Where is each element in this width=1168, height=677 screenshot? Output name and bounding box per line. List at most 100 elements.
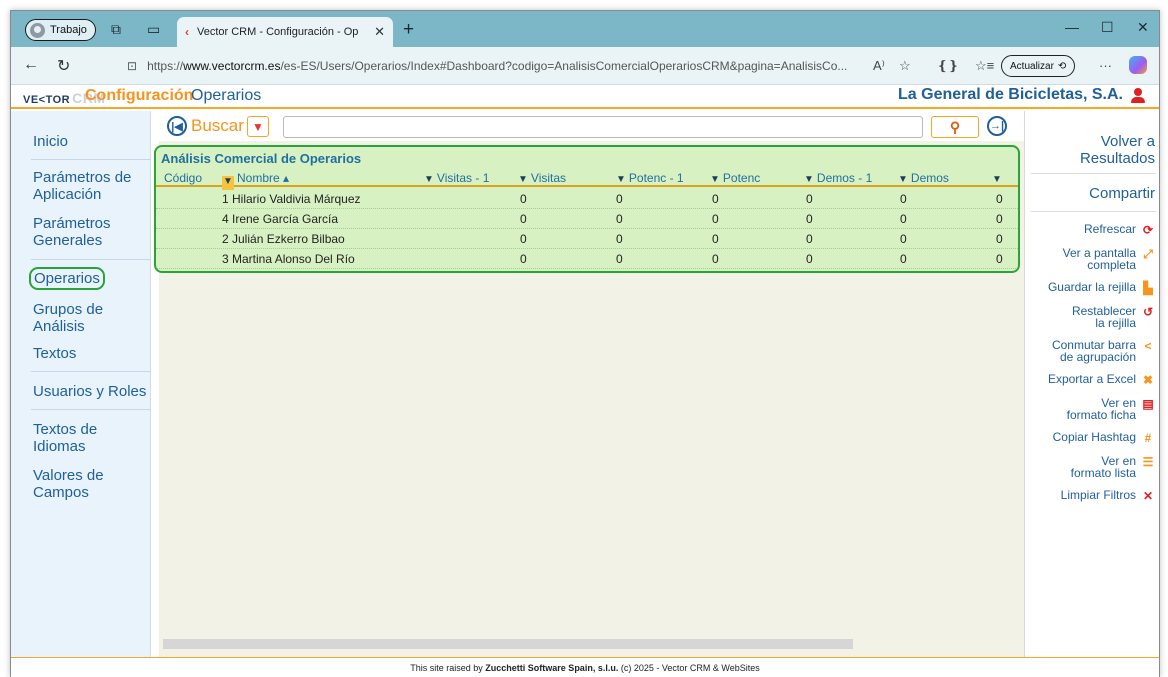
- cell-demos: 0: [996, 212, 1003, 226]
- profile-button[interactable]: Trabajo: [25, 19, 96, 41]
- search-button[interactable]: ⚲: [931, 116, 979, 138]
- back-icon[interactable]: ←: [23, 56, 39, 74]
- refresh-action[interactable]: Refrescar ⟳: [1031, 223, 1155, 237]
- favorites-bar-icon[interactable]: ☆≡: [975, 58, 994, 74]
- new-tab-icon[interactable]: +: [403, 19, 414, 41]
- extensions-icon[interactable]: ❴❵: [937, 58, 959, 74]
- browser-tab[interactable]: ‹ Vector CRM - Configuración - Op ✕: [177, 17, 393, 47]
- action-label: Exportar a Excel: [1047, 372, 1136, 386]
- close-tab-icon[interactable]: ✕: [374, 24, 385, 40]
- column-header-potenc-1[interactable]: ▼ Potenc - 1: [616, 171, 684, 185]
- workspaces-icon[interactable]: ⧉: [111, 21, 121, 38]
- fullscreen-action[interactable]: Ver a pantalla completa ⤢: [1031, 247, 1155, 271]
- url-field[interactable]: ⊡ https://www.vectorcrm.es/es-ES/Users/O…: [115, 52, 905, 80]
- user-icon[interactable]: [1131, 88, 1145, 104]
- column-header-visitas-1[interactable]: ▼ Visitas - 1: [424, 171, 489, 185]
- filter-button[interactable]: ▼: [247, 116, 269, 137]
- cell-nombre: 4 Irene García García: [222, 212, 339, 226]
- app-area: VE<TOR CRM Configuración Operarios La Gen…: [11, 85, 1159, 677]
- excel-icon: ✖: [1142, 373, 1154, 387]
- read-aloud-icon[interactable]: A⁾: [873, 58, 885, 74]
- page-title: Configuración: [85, 87, 194, 104]
- horizontal-scrollbar[interactable]: [163, 639, 853, 649]
- sidebar-divider: [31, 159, 151, 160]
- copy-hashtag-action[interactable]: Copiar Hashtag #: [1031, 431, 1155, 445]
- sidebar-item-grupos-analisis[interactable]: Grupos de Análisis: [33, 301, 123, 335]
- save-grid-action[interactable]: Guardar la rejilla ▙: [1031, 281, 1155, 295]
- reload-icon[interactable]: ↻: [57, 56, 70, 76]
- sidebar-item-inicio[interactable]: Inicio: [33, 133, 68, 150]
- sidebar-item-textos-idiomas[interactable]: Textos de Idiomas: [33, 421, 123, 455]
- copilot-icon[interactable]: [1129, 56, 1147, 74]
- filter-icon[interactable]: ▼: [992, 174, 1002, 185]
- main-content: |◀ Buscar ▼ ⚲ →| Análisis Comercial de O…: [154, 111, 1024, 657]
- grid: Análisis Comercial de Operarios Código ▼…: [154, 145, 1020, 273]
- filter-icon[interactable]: ▼: [222, 176, 234, 190]
- sidebar-item-operarios[interactable]: Operarios: [29, 267, 105, 290]
- filter-icon[interactable]: ▼: [804, 174, 814, 185]
- share-link[interactable]: Compartir: [1089, 185, 1155, 202]
- list-view-action[interactable]: Ver en formato lista ☰: [1031, 455, 1155, 479]
- column-header-potenc[interactable]: ▼ Potenc: [710, 171, 760, 185]
- avatar-icon: [30, 22, 45, 38]
- filter-icon[interactable]: ▼: [898, 174, 908, 185]
- export-excel-action[interactable]: Exportar a Excel ✖: [1031, 373, 1155, 387]
- sidebar-item-textos[interactable]: Textos: [33, 345, 76, 362]
- table-row[interactable]: 2 Julián Ezkerro Bilbao 0 0 0 0 0 0: [156, 229, 1018, 249]
- filter-icon[interactable]: ▼: [710, 174, 720, 185]
- footer-company: Zucchetti Software Spain, s.l.u.: [485, 663, 619, 673]
- column-header-demos-1[interactable]: ▼ Demos - 1: [804, 171, 872, 185]
- first-page-icon[interactable]: |◀: [167, 116, 187, 136]
- column-header-demos[interactable]: ▼ Demos: [898, 171, 949, 185]
- cell-visitas-1: 0: [520, 212, 527, 226]
- search-input[interactable]: [283, 116, 923, 138]
- sidebar-item-parametros-generales[interactable]: Parámetros Generales: [33, 215, 133, 249]
- cell-visitas: 0: [616, 252, 623, 266]
- table-row[interactable]: 1 Hilario Valdivia Márquez 0 0 0 0 0 0: [156, 189, 1018, 209]
- cell-demos-1: 0: [900, 252, 907, 266]
- tab-actions-icon[interactable]: ▭: [147, 21, 160, 38]
- filter-icon[interactable]: ▼: [616, 174, 626, 185]
- sidebar-item-parametros-aplicacion[interactable]: Parámetros de Aplicación: [33, 169, 145, 203]
- sidebar-item-usuarios-roles[interactable]: Usuarios y Roles: [33, 383, 146, 400]
- table-row[interactable]: 3 Martina Alonso Del Río 0 0 0 0 0 0: [156, 249, 1018, 269]
- reset-grid-action[interactable]: Restablecer la rejilla ↺: [1031, 305, 1155, 329]
- column-header-visitas[interactable]: ▼ Visitas: [518, 171, 566, 185]
- cell-potenc-1: 0: [712, 252, 719, 266]
- action-label: Limpiar Filtros: [1060, 488, 1136, 502]
- company-name: La General de Bicicletas, S.A.: [898, 86, 1123, 103]
- search-label[interactable]: Buscar: [191, 116, 244, 136]
- more-icon[interactable]: ···: [1099, 58, 1112, 73]
- close-window-icon[interactable]: ✕: [1137, 19, 1149, 36]
- search-icon: ⚲: [949, 118, 961, 135]
- right-panel: Volver a Resultados Compartir Refrescar ⟳…: [1024, 111, 1159, 657]
- cell-visitas-1: 0: [520, 232, 527, 246]
- clear-filters-action[interactable]: Limpiar Filtros ✕: [1031, 489, 1155, 503]
- maximize-icon[interactable]: ☐: [1101, 19, 1114, 36]
- table-row[interactable]: 4 Irene García García 0 0 0 0 0 0: [156, 209, 1018, 229]
- filter-icon[interactable]: ▼: [424, 174, 434, 185]
- site-info-icon[interactable]: ⊡: [127, 59, 137, 73]
- card-view-action[interactable]: Ver en formato ficha ▤: [1031, 397, 1155, 421]
- sidebar-item-valores-campos[interactable]: Valores de Campos: [33, 467, 123, 501]
- update-label: Actualizar: [1010, 60, 1054, 72]
- cell-nombre: 2 Julián Ezkerro Bilbao: [222, 232, 345, 246]
- minimize-icon[interactable]: —: [1065, 19, 1079, 35]
- favorite-icon[interactable]: ☆: [899, 58, 911, 74]
- column-header-nombre[interactable]: ▼ Nombre ▴: [222, 171, 289, 190]
- column-header-label: Visitas - 1: [436, 171, 490, 185]
- filter-icon[interactable]: ▼: [518, 174, 528, 185]
- cell-potenc-1: 0: [712, 232, 719, 246]
- cell-potenc: 0: [806, 192, 813, 206]
- cell-visitas: 0: [616, 212, 623, 226]
- toggle-grouping-action[interactable]: Conmutar barra de agrupación <: [1031, 339, 1155, 363]
- url-host: www.vectorcrm.es: [183, 59, 281, 73]
- card-icon: ▤: [1142, 397, 1154, 411]
- next-icon[interactable]: →|: [987, 116, 1007, 136]
- column-header-extra[interactable]: ▼: [992, 171, 1005, 185]
- column-header-codigo[interactable]: Código: [164, 171, 202, 185]
- update-button[interactable]: Actualizar ⟲: [1001, 55, 1076, 77]
- cell-visitas-1: 0: [520, 192, 527, 206]
- refresh-icon: ⟳: [1142, 223, 1154, 237]
- back-to-results-link[interactable]: Volver a Resultados: [1065, 133, 1155, 167]
